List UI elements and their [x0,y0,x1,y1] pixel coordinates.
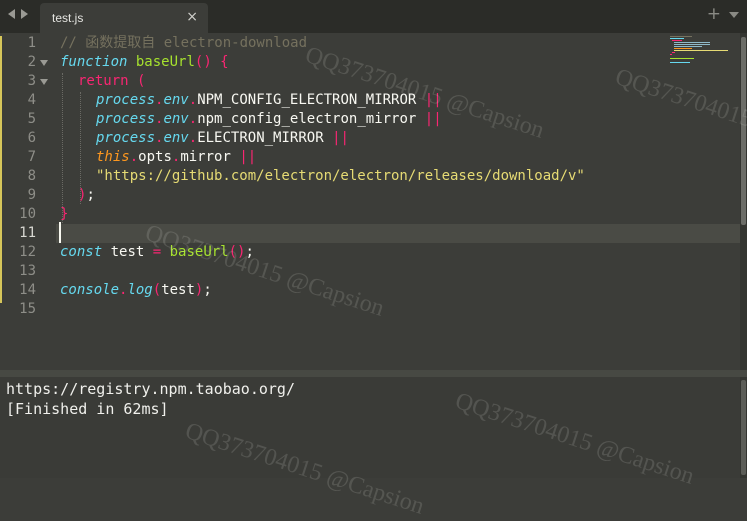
line-number: 9 [27,187,36,203]
line-number: 2 [27,54,36,70]
fold-arrow-icon[interactable] [40,60,48,66]
close-icon[interactable]: × [186,9,198,25]
fold-arrow-icon[interactable] [40,79,48,85]
property: mirror [180,149,231,165]
method: log [127,282,153,298]
code-line-12: const test = baseUrl(); [60,243,254,262]
string-literal: "https://github.com/electron/electron/re… [96,168,585,184]
line-number: 8 [27,168,36,184]
code-editor[interactable]: 1 2 3 4 5 6 7 8 9 10 11 12 13 14 15 // 函… [0,33,747,370]
editor-scrollbar-thumb[interactable] [741,37,746,225]
brace: { [211,54,229,70]
property: NPM_CONFIG_ELECTRON_MIRROR [197,92,417,108]
property: env [163,130,189,146]
tab-nav-arrows [8,9,28,19]
line-number: 13 [19,263,36,279]
code-line-10: } [60,205,68,224]
code-line-4: process.env.NPM_CONFIG_ELECTRON_MIRROR |… [96,91,442,110]
function-call: baseUrl [169,244,229,260]
minimap[interactable] [670,36,740,76]
variable: test [102,244,153,260]
this-keyword: this [96,149,130,165]
object: process [96,92,156,108]
argument: test [161,282,195,298]
code-line-7: this.opts.mirror || [96,148,256,167]
property: opts [138,149,172,165]
line-number: 15 [19,301,36,317]
code-line-8: "https://github.com/electron/electron/re… [96,167,585,186]
operator: || [332,130,349,146]
code-line-14: console.log(test); [60,281,212,300]
property: env [163,111,189,127]
keyword: return [78,73,129,89]
dot: . [188,111,198,127]
output-line: [Finished in 62ms] [6,400,169,418]
operator: || [239,149,257,165]
output-scrollbar-thumb[interactable] [741,380,746,475]
line-number: 11 [19,225,36,241]
tab-test-js[interactable]: test.js × [40,3,208,33]
parens: () [194,54,212,70]
line-number: 5 [27,111,36,127]
code-line-6: process.env.ELECTRON_MIRROR || [96,129,349,148]
dot: . [188,92,198,108]
text-cursor [59,222,61,243]
line-number: 10 [19,206,36,222]
code-line-9: ); [78,186,95,205]
semicolon: ; [203,282,212,298]
new-tab-plus-icon[interactable]: + [707,4,721,24]
property: env [163,92,189,108]
operator: = [152,244,162,260]
parens: () [228,244,246,260]
property: ELECTRON_MIRROR [197,130,324,146]
line-number: 6 [27,130,36,146]
line-number: 7 [27,149,36,165]
object: process [96,111,156,127]
tab-bar: test.js × + [0,0,747,33]
output-line: https://registry.npm.taobao.org/ [6,380,295,398]
function-name: baseUrl [135,54,195,70]
keyword: const [60,244,103,260]
line-number: 12 [19,244,36,260]
tab-next-icon[interactable] [21,9,28,19]
current-line-highlight [56,224,740,243]
line-number: 14 [19,282,36,298]
tab-label: test.js [52,11,84,25]
property: npm_config_electron_mirror [197,111,417,127]
indent-guide [62,73,63,223]
line-number: 4 [27,92,36,108]
dot: . [129,149,139,165]
object: console [60,282,120,298]
tab-menu-chevron-down-icon[interactable] [729,12,739,18]
dot: . [188,130,198,146]
build-output-panel: https://registry.npm.taobao.org/ [Finish… [0,377,747,478]
semicolon: ; [86,187,95,203]
panel-divider[interactable] [0,370,747,377]
code-line-1: // 函数提取自 electron-download [60,34,307,53]
keyword: function [60,54,128,70]
tab-bar-actions: + [707,4,739,24]
semicolon: ; [245,244,254,260]
line-number: 1 [27,35,36,51]
tab-prev-icon[interactable] [8,9,15,19]
comment: // 函数提取自 electron-download [60,35,308,51]
paren: ( [137,73,146,89]
brace: } [60,206,69,222]
operator: || [424,111,442,127]
code-line-5: process.env.npm_config_electron_mirror |… [96,110,442,129]
line-number: 3 [27,73,36,89]
operator: || [424,92,442,108]
paren: ( [152,282,162,298]
code-line-3: return ( [78,72,145,91]
object: process [96,130,156,146]
code-line-2: function baseUrl() { [60,53,229,72]
